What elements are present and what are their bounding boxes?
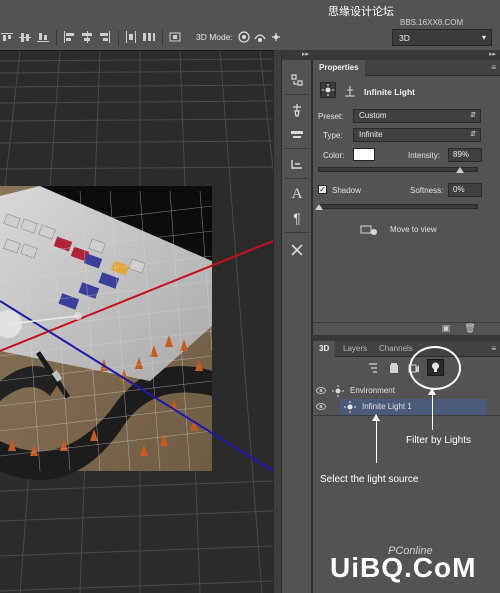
tool-presets-icon[interactable] bbox=[286, 240, 308, 260]
brush-icon[interactable] bbox=[286, 100, 308, 120]
separator bbox=[285, 94, 309, 95]
intensity-value: 89% bbox=[453, 150, 470, 159]
align-left-icon[interactable] bbox=[62, 31, 76, 43]
distribute-icon[interactable] bbox=[124, 31, 138, 43]
environment-icon bbox=[332, 385, 344, 397]
light-type-icon[interactable] bbox=[320, 82, 336, 98]
properties-header-title: Infinite Light bbox=[364, 87, 415, 97]
visibility-eye-icon[interactable] bbox=[316, 386, 326, 395]
collapse-strip-bar[interactable]: ▸▸ bbox=[282, 50, 313, 60]
distribute-h-icon[interactable] bbox=[142, 31, 156, 43]
tab-properties[interactable]: Properties bbox=[313, 60, 365, 76]
history-icon[interactable] bbox=[286, 70, 308, 90]
separator bbox=[285, 148, 309, 149]
callout-arrow-filter bbox=[432, 392, 433, 430]
type-select[interactable]: Infinite ⇵ bbox=[353, 128, 481, 142]
options-bar: 思缘设计论坛 BBS.16XX8.COM 3D Mode: 3D ▾ bbox=[0, 0, 500, 50]
coordinates-icon[interactable] bbox=[343, 84, 357, 98]
separator bbox=[56, 30, 57, 46]
annotation-select-light-source: Select the light source bbox=[320, 474, 419, 485]
canvas-scrollbar[interactable] bbox=[273, 50, 281, 593]
updown-arrows-icon: ⇵ bbox=[470, 112, 476, 119]
intensity-label: Intensity: bbox=[408, 151, 441, 160]
brush-presets-icon[interactable] bbox=[286, 124, 308, 144]
light-color-swatch[interactable] bbox=[353, 148, 375, 161]
type-value: Infinite bbox=[359, 130, 383, 139]
intensity-slider-thumb[interactable] bbox=[456, 167, 465, 173]
reset-icon[interactable]: ▣ bbox=[440, 323, 452, 334]
align-bottom-icon[interactable] bbox=[36, 31, 50, 43]
auto-align-icon[interactable] bbox=[168, 31, 182, 43]
character-icon[interactable]: A bbox=[286, 184, 308, 204]
layers-tab-row: 3D Layers Channels ≡ bbox=[313, 341, 500, 357]
intensity-field[interactable]: 89% bbox=[448, 148, 482, 162]
updown-arrows-icon: ⇵ bbox=[470, 131, 476, 138]
preset-value: Custom bbox=[359, 111, 387, 120]
intensity-slider[interactable] bbox=[318, 167, 478, 172]
arrow-head-icon bbox=[372, 414, 380, 421]
paragraph-icon[interactable]: ¶ bbox=[286, 208, 308, 228]
panel-icon-strip: ▸▸ A ¶ bbox=[281, 50, 313, 593]
panel-dock-collapse[interactable]: ▸▸ bbox=[312, 50, 500, 60]
chevron-down-icon: ▾ bbox=[481, 33, 486, 42]
list-item-selected[interactable]: Infinite Light 1 bbox=[340, 399, 487, 415]
watermark-bottom: UiBQ.CoM bbox=[330, 552, 477, 583]
panel-menu-icon[interactable]: ≡ bbox=[491, 344, 496, 353]
panel-menu-icon[interactable]: ≡ bbox=[491, 63, 496, 72]
color-label: Color: bbox=[323, 151, 345, 160]
shadow-checkbox[interactable]: ✓ bbox=[318, 185, 327, 194]
3d-scene-viewport[interactable] bbox=[0, 51, 273, 593]
tab-3d[interactable]: 3D bbox=[313, 341, 336, 357]
separator bbox=[285, 178, 309, 179]
row-divider bbox=[312, 415, 500, 416]
softness-label: Softness: bbox=[410, 186, 444, 195]
properties-panel: Properties ≡ bbox=[312, 60, 500, 335]
orbit-icon[interactable] bbox=[236, 29, 252, 45]
separator bbox=[118, 30, 119, 46]
preset-select[interactable]: Custom ⇵ bbox=[353, 109, 481, 123]
align-right-icon[interactable] bbox=[98, 31, 112, 43]
clone-source-icon[interactable] bbox=[286, 154, 308, 174]
softness-slider[interactable] bbox=[318, 204, 478, 209]
document-canvas[interactable] bbox=[0, 50, 273, 593]
type-label: Type: bbox=[323, 131, 343, 140]
tab-channels[interactable]: Channels bbox=[373, 341, 419, 357]
roll-icon[interactable] bbox=[252, 29, 268, 45]
align-hcenter-icon[interactable] bbox=[80, 31, 94, 43]
align-top-icon[interactable] bbox=[0, 31, 14, 43]
properties-tab-row: Properties ≡ bbox=[313, 60, 500, 76]
callout-circle bbox=[409, 346, 461, 390]
separator bbox=[285, 232, 309, 233]
watermark-top-url: BBS.16XX8.COM bbox=[400, 18, 464, 27]
watermark-top: 思缘设计论坛 bbox=[328, 6, 394, 18]
separator bbox=[162, 30, 163, 46]
pan-icon[interactable] bbox=[268, 29, 284, 45]
arrow-head-icon bbox=[428, 388, 436, 395]
visibility-eye-icon[interactable] bbox=[316, 402, 326, 411]
filter-whole-scene-icon[interactable] bbox=[367, 362, 379, 374]
move-to-view-icon[interactable] bbox=[360, 223, 378, 237]
infinite-light-icon bbox=[344, 401, 356, 413]
shadow-label: Shadow bbox=[332, 186, 361, 195]
annotation-filter-by-lights: Filter by Lights bbox=[406, 435, 472, 446]
layer-name-environment: Environment bbox=[350, 386, 395, 395]
softness-field[interactable]: 0% bbox=[448, 183, 482, 197]
list-item[interactable]: Environment bbox=[312, 383, 500, 399]
softness-value: 0% bbox=[453, 185, 465, 194]
filter-meshes-icon[interactable] bbox=[388, 362, 400, 374]
workspace-select[interactable]: 3D ▾ bbox=[392, 29, 492, 46]
move-to-view-button[interactable]: Move to view bbox=[390, 225, 437, 234]
3d-mode-label: 3D Mode: bbox=[196, 32, 233, 42]
align-vcenter-icon[interactable] bbox=[18, 31, 32, 43]
layer-name-infinite-light: Infinite Light 1 bbox=[362, 402, 412, 411]
preset-label: Preset: bbox=[318, 112, 344, 121]
callout-arrow-select bbox=[376, 418, 377, 463]
softness-slider-thumb[interactable] bbox=[315, 204, 323, 210]
tab-layers[interactable]: Layers bbox=[337, 341, 373, 357]
trash-icon[interactable]: 🗑 bbox=[464, 323, 476, 334]
workspace-value: 3D bbox=[399, 33, 410, 43]
